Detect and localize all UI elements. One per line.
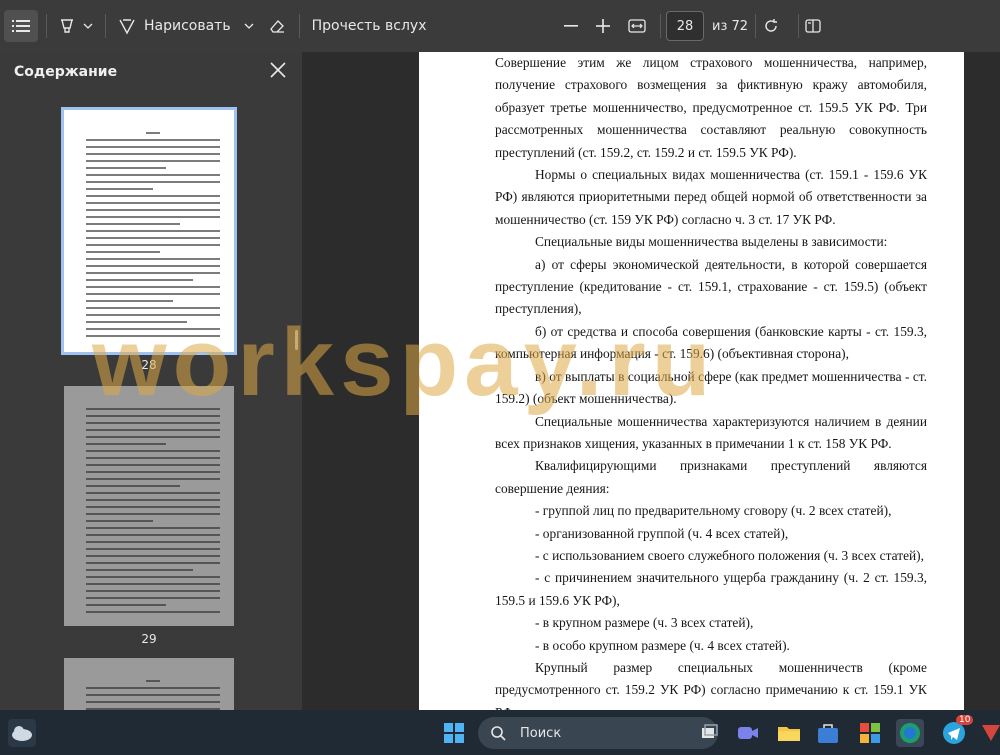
toolbar-divider (755, 14, 756, 38)
folder-icon (778, 727, 800, 741)
chevron-down-icon (244, 23, 254, 29)
file-explorer-button[interactable] (775, 719, 803, 747)
document-paragraph: б) от средства и способа совершения (бан… (495, 323, 927, 362)
start-button[interactable] (440, 719, 468, 747)
taskbar: Поиск 10 (0, 710, 1000, 755)
apps-icon (860, 723, 880, 743)
contents-title: Содержание (14, 64, 118, 80)
thumbnail-scrollbar[interactable] (295, 330, 298, 350)
list-icon (12, 20, 30, 32)
toolbar-divider (105, 14, 106, 38)
rotate-icon (765, 19, 777, 32)
highlighter-icon (61, 19, 73, 33)
thumbnail-text-lines (86, 408, 220, 618)
page-total-label: из 72 (712, 18, 749, 34)
close-icon (270, 62, 286, 78)
table-of-contents-button[interactable] (4, 10, 38, 42)
read-aloud-button[interactable]: Прочесть вслух (312, 18, 427, 34)
thumbnail-text-lines (86, 132, 220, 342)
fit-width-icon (628, 19, 646, 33)
pdf-app-button[interactable] (980, 719, 1000, 747)
page-thumbnail-30[interactable] (64, 658, 234, 710)
search-label: Поиск (520, 725, 562, 741)
document-page: Совершение этим же лицом страхового моше… (419, 52, 964, 710)
search-icon (491, 726, 506, 741)
apps-button[interactable] (856, 719, 884, 747)
fit-page-button[interactable] (624, 10, 650, 42)
page-view-button[interactable] (800, 10, 826, 42)
toolbar-divider (298, 14, 300, 38)
teams-button[interactable] (734, 719, 762, 747)
page-thumbnail-29[interactable] (64, 386, 234, 626)
page-text: Совершение этим же лицом страхового моше… (495, 52, 927, 710)
chevron-down-icon (83, 23, 93, 29)
document-paragraph: Крупный размер специальных мошенничеств … (495, 659, 927, 710)
document-paragraph: Нормы о специальных видах мошенничества … (495, 167, 927, 227)
plus-icon (596, 19, 610, 33)
page-number-input[interactable] (666, 11, 704, 41)
document-paragraph: Специальные мошенничества характеризуютс… (495, 413, 927, 451)
document-paragraph: - организованной группой (ч. 4 всех стат… (535, 525, 789, 541)
eraser-button[interactable] (263, 10, 291, 42)
pen-draw-icon (119, 19, 135, 35)
notification-badge: 10 (956, 715, 974, 725)
draw-dropdown[interactable] (237, 10, 261, 42)
document-paragraph: Квалифицирующими признаками преступлений… (495, 458, 927, 496)
document-paragraph: в) от выплаты в социальной сфере (как пр… (495, 368, 927, 407)
document-paragraph: - в крупном размере (ч. 3 всех статей), (535, 615, 754, 631)
task-view-button[interactable] (695, 719, 723, 747)
contents-panel: Содержание 28 29 (0, 52, 302, 710)
thumbnail-text-lines (86, 680, 220, 710)
document-paragraph: - с использованием своего служебного пол… (535, 547, 924, 563)
reader-toolbar: Нарисовать Прочесть вслух из 72 (0, 0, 1000, 52)
windows-icon (444, 723, 464, 743)
task-view-icon (702, 724, 718, 738)
highlight-button[interactable] (55, 10, 79, 42)
weather-widget[interactable] (8, 719, 36, 747)
draw-button[interactable] (114, 10, 140, 42)
draw-label[interactable]: Нарисовать (144, 18, 231, 34)
telegram-button[interactable]: 10 (940, 715, 974, 747)
page-thumbnail-number: 29 (141, 632, 157, 646)
store-button[interactable] (814, 719, 842, 747)
document-paragraph: - группой лиц по предварительному сговор… (535, 503, 892, 519)
pdf-reader-icon (982, 725, 1000, 741)
page-thumbnail-number: 28 (141, 358, 157, 372)
close-contents-button[interactable] (266, 58, 290, 82)
page-thumbnail-28[interactable] (61, 107, 237, 355)
highlight-dropdown[interactable] (79, 10, 97, 42)
toolbar-divider (660, 14, 661, 38)
document-paragraph: - в особо крупном размере (ч. 4 всех ста… (535, 637, 790, 653)
rotate-button[interactable] (758, 10, 784, 42)
document-paragraph: - с причинением значительного ущерба гра… (495, 570, 927, 608)
store-bag-icon (818, 724, 838, 743)
edge-button[interactable] (896, 719, 924, 747)
document-viewer: Совершение этим же лицом страхового моше… (302, 52, 1000, 710)
taskbar-search[interactable]: Поиск (478, 717, 718, 749)
document-paragraph: а) от сферы экономической деятельности, … (495, 256, 927, 317)
zoom-out-button[interactable] (560, 10, 582, 42)
edge-browser-icon (900, 723, 920, 743)
document-paragraph: Специальные виды мошенничества выделены … (535, 234, 888, 250)
zoom-in-button[interactable] (592, 10, 614, 42)
cloud-icon (12, 726, 32, 741)
video-chat-icon (738, 727, 758, 739)
minus-icon (564, 25, 578, 27)
page-view-icon (805, 19, 821, 33)
document-paragraph: Совершение этим же лицом страхового моше… (495, 55, 927, 160)
toolbar-divider (46, 14, 47, 38)
toolbar-divider (798, 14, 799, 38)
eraser-icon (269, 20, 284, 33)
